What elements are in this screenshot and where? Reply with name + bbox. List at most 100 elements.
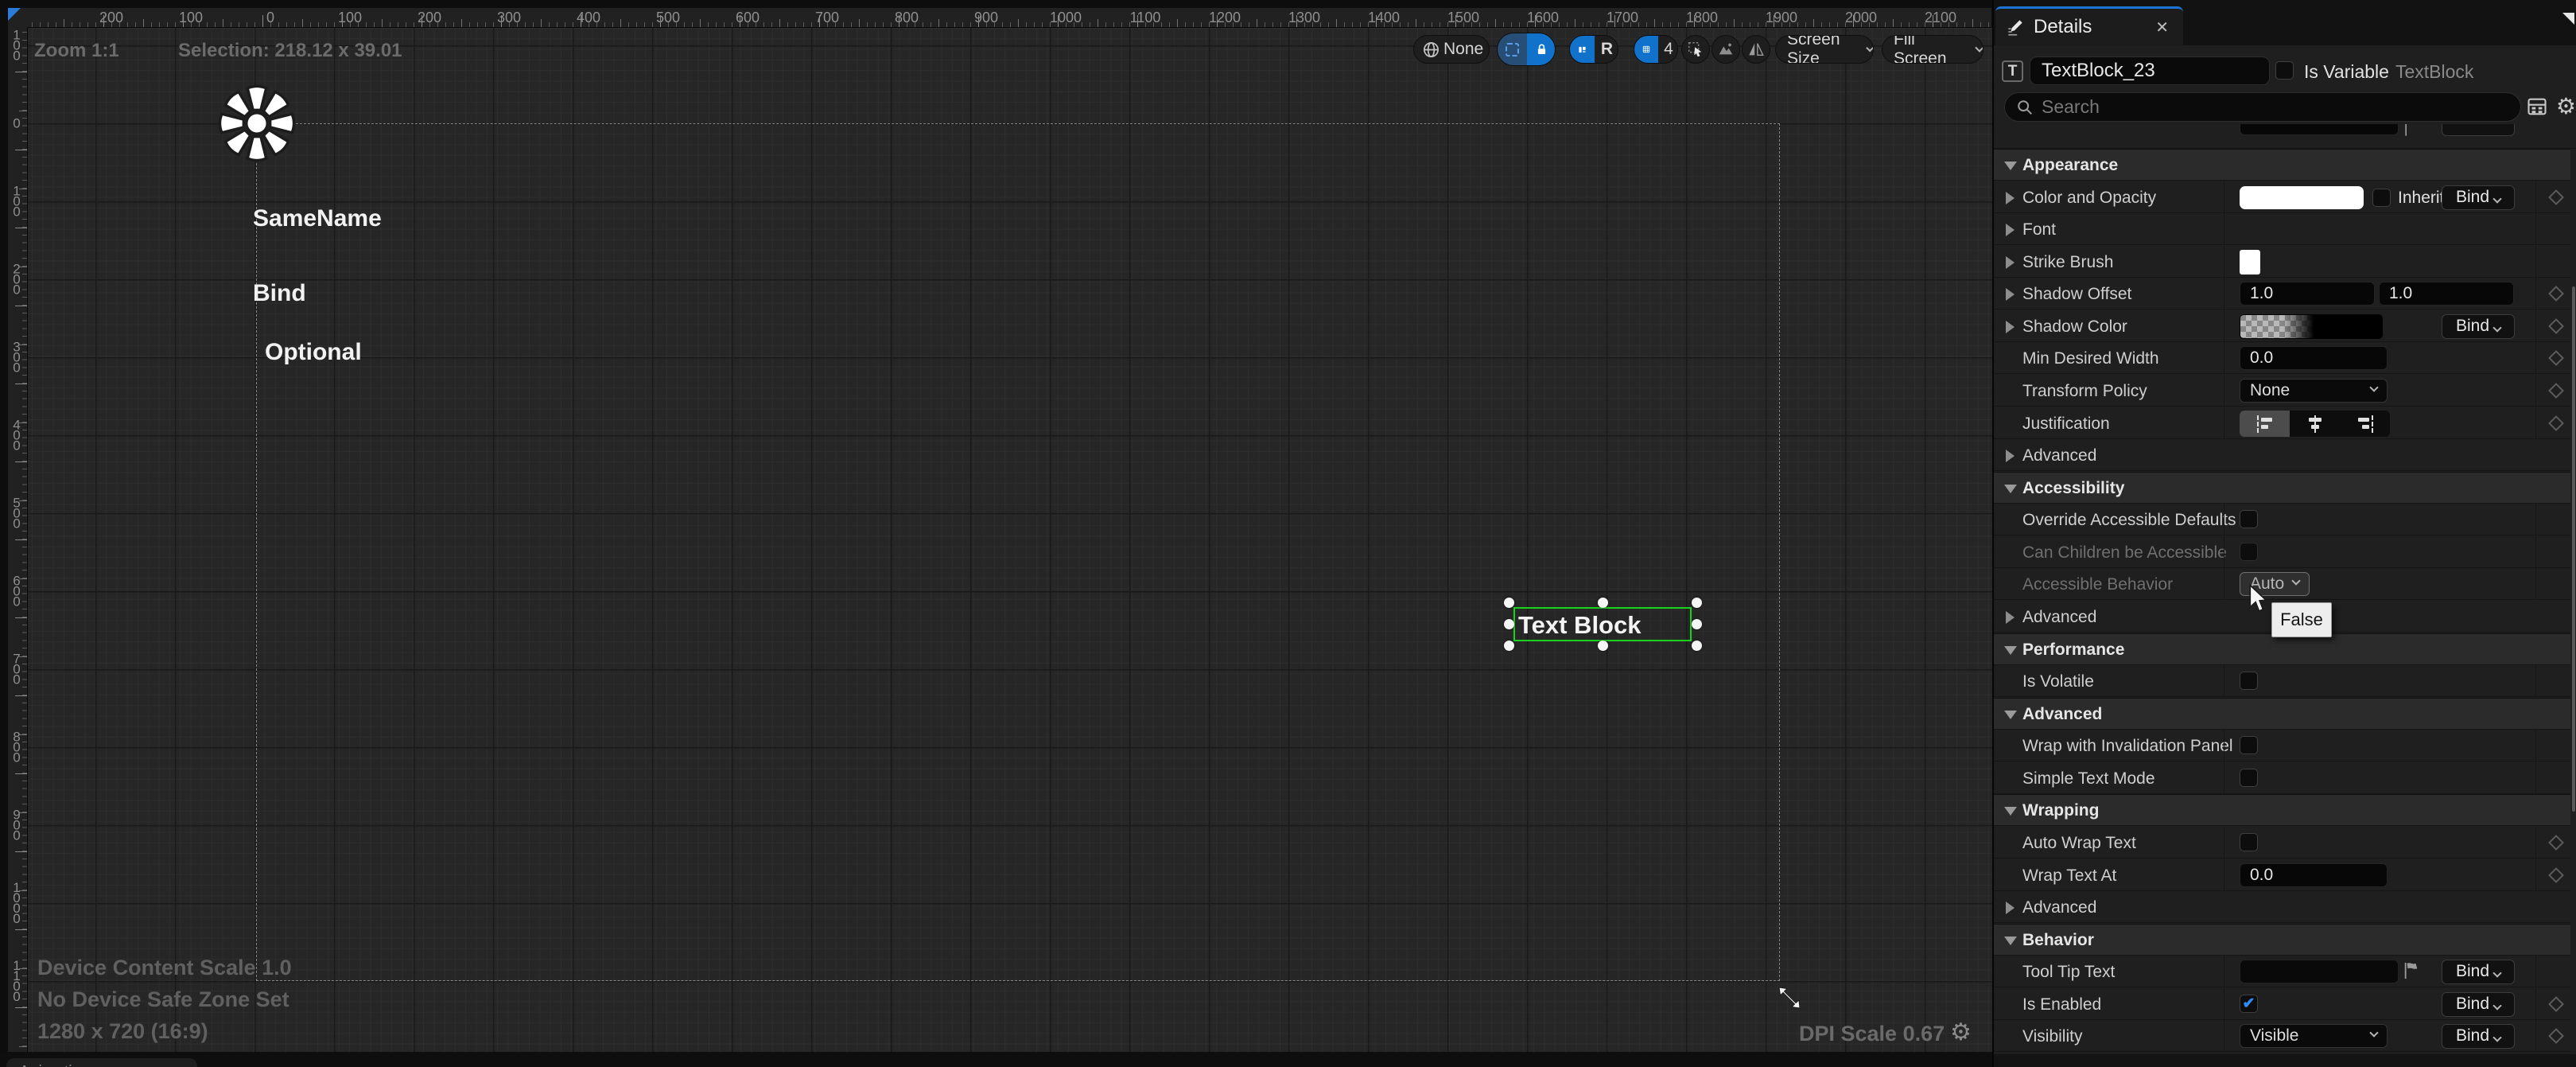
section-behavior[interactable]: Behavior (1994, 924, 2570, 956)
chevron-down-icon (2004, 485, 2017, 493)
bind-button[interactable] (2442, 124, 2515, 136)
advanced-expander-row[interactable]: Advanced (1994, 891, 2570, 923)
reset-to-default-icon[interactable] (2548, 415, 2564, 431)
reset-to-default-icon[interactable] (2548, 383, 2564, 399)
reset-to-default-icon[interactable] (2548, 835, 2564, 851)
chevron-right-icon[interactable] (2006, 321, 2015, 333)
textblock-optional[interactable]: Optional (265, 339, 362, 366)
value-field[interactable]: 0.0 (2240, 863, 2388, 887)
property-row-simple-text-mode: Simple Text Mode (1994, 762, 2570, 794)
asterisk-flower-icon[interactable] (218, 84, 296, 166)
chevron-right-icon[interactable] (2006, 224, 2015, 236)
bind-button[interactable]: Bind (2442, 1024, 2515, 1049)
designer-canvas[interactable]: 2001000100200300400500600700800900100011… (0, 0, 1992, 1067)
inherit-checkbox[interactable] (2372, 189, 2391, 207)
property-label: Shadow Offset (2022, 285, 2131, 304)
selection-handle-n[interactable] (1598, 598, 1608, 608)
bind-button[interactable]: Bind (2442, 992, 2515, 1017)
screen-size-dropdown[interactable]: Screen Size (1775, 35, 1874, 64)
selection-handle-se[interactable] (1692, 641, 1702, 651)
checkbox[interactable] (2240, 510, 2258, 528)
respect-locks-button[interactable]: R (1595, 36, 1618, 63)
bind-button[interactable]: Bind (2442, 960, 2515, 984)
tab-details[interactable]: Details ✕ (1995, 6, 2183, 45)
is-variable-checkbox[interactable] (2275, 61, 2294, 80)
selection-handle-s[interactable] (1598, 641, 1608, 651)
section-appearance[interactable]: Appearance (1994, 149, 2570, 181)
bind-button[interactable]: Bind (2442, 185, 2515, 210)
checkbox[interactable]: ✔ (2240, 995, 2258, 1013)
fill-screen-dropdown[interactable]: Fill Screen (1882, 35, 1983, 64)
checkbox[interactable] (2240, 736, 2258, 754)
advanced-expander-row[interactable]: Advanced (1994, 439, 2570, 471)
panel-scrollbar[interactable] (2572, 286, 2575, 812)
device-safe-zone: No Device Safe Zone Set (37, 983, 292, 1015)
dropdown[interactable]: None (2240, 379, 2388, 403)
justify-right-button[interactable] (2340, 411, 2390, 437)
value-y-field[interactable]: 1.0 (2379, 282, 2514, 306)
selection-handle-w[interactable] (1504, 619, 1514, 629)
settings-gear-icon[interactable]: ⚙ (2556, 95, 2576, 118)
selection-handle-ne[interactable] (1692, 598, 1702, 608)
ruler-horizontal: 2001000100200300400500600700800900100011… (8, 8, 1991, 28)
reset-to-default-icon[interactable] (2548, 1028, 2564, 1044)
dock-corner-icon[interactable] (2562, 13, 2574, 25)
select-widget-button[interactable] (1681, 35, 1710, 64)
flip-preview-button[interactable] (1742, 35, 1770, 64)
textblock-bind[interactable]: Bind (253, 280, 306, 307)
search-input[interactable]: Search (2004, 92, 2521, 122)
display-filter-grid-icon[interactable] (2526, 95, 2548, 118)
reset-to-default-icon[interactable] (2548, 350, 2564, 366)
justify-center-button[interactable] (2290, 411, 2340, 437)
preview-background-button[interactable] (1712, 35, 1740, 64)
reset-to-default-icon[interactable] (2548, 996, 2564, 1012)
section-advanced[interactable]: Advanced (1994, 698, 2570, 730)
text-value-field[interactable] (2240, 124, 2399, 135)
section-wrapping[interactable]: Wrapping (1994, 794, 2570, 826)
selection-handle-e[interactable] (1692, 619, 1702, 629)
widget-name-input[interactable] (2030, 56, 2270, 85)
tooltip-text-field[interactable] (2240, 960, 2399, 983)
reset-to-default-icon[interactable] (2548, 867, 2564, 883)
section-accessibility[interactable]: Accessibility (1994, 472, 2570, 504)
reset-to-default-icon[interactable] (2548, 189, 2564, 205)
value-x-field[interactable]: 1.0 (2240, 282, 2375, 306)
shadow-color-swatch[interactable] (2240, 314, 2383, 339)
grid-snap-icon[interactable] (1634, 36, 1658, 63)
checkbox[interactable] (2240, 769, 2258, 787)
design-area-resize-handle[interactable] (1775, 983, 1804, 1016)
selection-handle-sw[interactable] (1504, 641, 1514, 651)
ruler-y-label: 7 0 0 (11, 654, 22, 685)
checkbox[interactable] (2240, 543, 2258, 561)
property-label: Wrap Text At (2022, 866, 2116, 886)
color-swatch[interactable] (2240, 186, 2364, 209)
layout-columns-icon[interactable] (1570, 36, 1595, 63)
brush-swatch[interactable] (2240, 250, 2260, 275)
chevron-right-icon[interactable] (2006, 256, 2015, 269)
section-performance[interactable]: Performance (1994, 633, 2570, 665)
dropdown[interactable]: Visible (2240, 1024, 2388, 1048)
textblock-samename[interactable]: SameName (253, 205, 382, 232)
tab-animations[interactable]: Animations (6, 1058, 197, 1067)
chevron-right-icon[interactable] (2006, 192, 2015, 204)
chevron-right-icon (2006, 450, 2015, 462)
reset-to-default-icon[interactable] (2548, 286, 2564, 302)
marquee-select-icon[interactable] (1498, 33, 1527, 65)
value-field[interactable]: 0.0 (2240, 346, 2388, 370)
localization-flag-icon[interactable] (2403, 960, 2420, 981)
localization-flag-icon[interactable] (2403, 124, 2419, 138)
checkbox[interactable] (2240, 833, 2258, 851)
dpi-settings-gear-icon[interactable]: ⚙ (1950, 1018, 1972, 1046)
chevron-right-icon[interactable] (2006, 288, 2015, 301)
checkbox[interactable] (2240, 672, 2258, 690)
localization-preview-button[interactable]: None (1413, 35, 1490, 64)
justify-left-button[interactable] (2240, 411, 2290, 437)
section-label: Wrapping (2022, 801, 2099, 820)
close-icon[interactable]: ✕ (2155, 18, 2169, 37)
selection-handle-nw[interactable] (1504, 598, 1514, 608)
reset-to-default-icon[interactable] (2548, 318, 2564, 334)
lock-icon[interactable] (1527, 33, 1556, 65)
bind-button[interactable]: Bind (2442, 314, 2515, 339)
selected-text-block[interactable]: Text Block (1513, 607, 1692, 641)
ruler-y-label: 0 (11, 119, 22, 129)
